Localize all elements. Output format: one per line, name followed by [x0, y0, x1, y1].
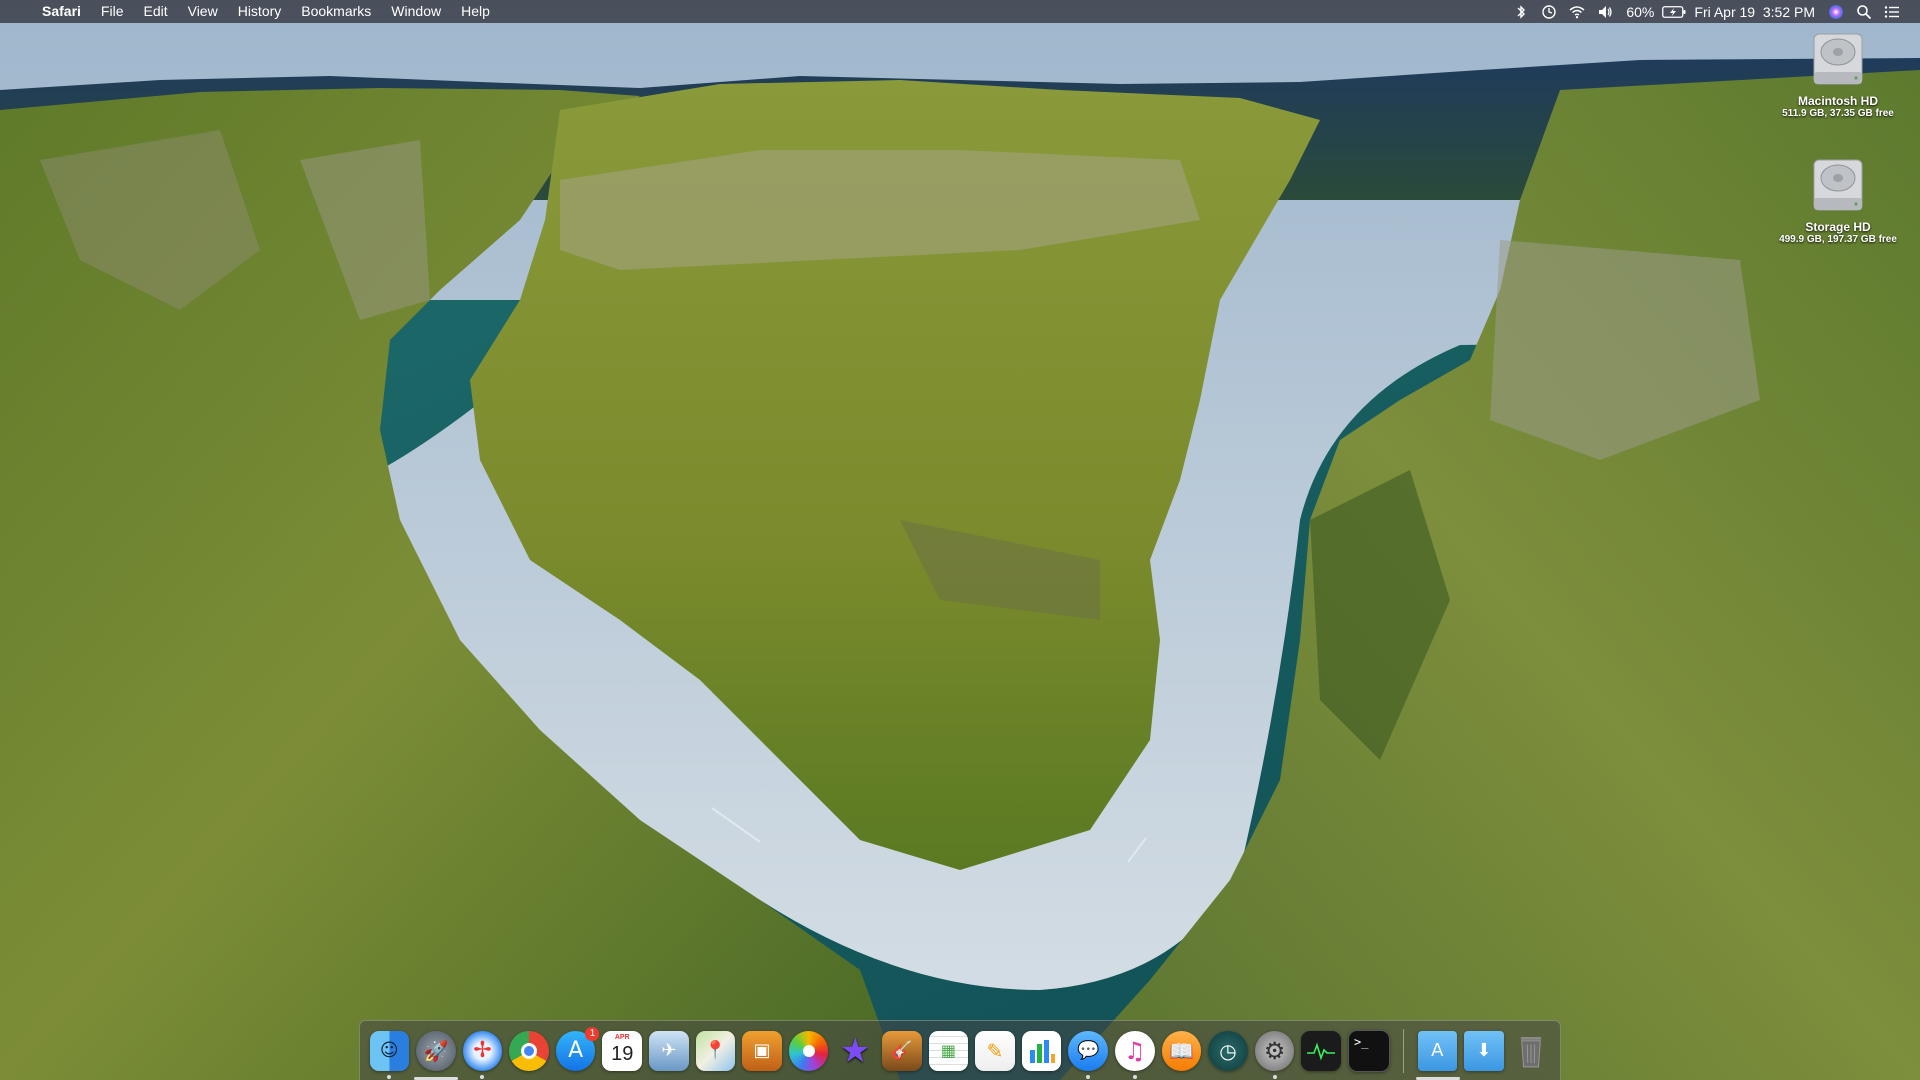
calendar-icon[interactable]: APR 19: [602, 1030, 643, 1071]
drive-name: Macintosh HD: [1797, 94, 1878, 108]
drive-info: 499.9 GB, 197.37 GB free: [1779, 234, 1897, 245]
desktop-drive-storage-hd[interactable]: Storage HD 499.9 GB, 197.37 GB free: [1768, 156, 1908, 246]
notification-center-icon[interactable]: [1878, 0, 1906, 23]
menu-edit[interactable]: Edit: [133, 0, 177, 23]
calendar-month: APR: [614, 1033, 630, 1041]
running-indicator: [387, 1074, 392, 1079]
menu-app-name[interactable]: Safari: [32, 0, 91, 23]
finder-icon[interactable]: ☺: [369, 1030, 410, 1079]
menu-bookmarks[interactable]: Bookmarks: [291, 0, 381, 23]
itunes-icon[interactable]: ♫: [1115, 1030, 1155, 1079]
running-indicator: [1132, 1074, 1137, 1079]
menu-view[interactable]: View: [178, 0, 228, 23]
messages-icon[interactable]: 💬: [1068, 1030, 1108, 1079]
menu-bar-status: 60% Fri Apr 19 3:52 PM: [1507, 0, 1906, 23]
time-machine-icon[interactable]: [1535, 0, 1563, 23]
drive-info: 511.9 GB, 37.35 GB free: [1782, 108, 1894, 119]
dock-separator: [1403, 1028, 1405, 1073]
downloads-folder-icon[interactable]: ⬇: [1464, 1030, 1504, 1071]
notification-badge: 1: [585, 1026, 600, 1041]
running-indicator: [480, 1074, 485, 1079]
chrome-icon[interactable]: [509, 1030, 549, 1071]
books-icon[interactable]: 📖: [1161, 1030, 1202, 1071]
hard-drive-icon: [1812, 30, 1864, 88]
time-machine-icon[interactable]: ◷: [1208, 1030, 1248, 1071]
clock[interactable]: Fri Apr 19 3:52 PM: [1687, 4, 1822, 20]
menu-file[interactable]: File: [91, 0, 134, 23]
system-preferences-icon[interactable]: ⚙: [1254, 1030, 1295, 1079]
battery-percent[interactable]: 60%: [1619, 4, 1661, 20]
menu-help[interactable]: Help: [451, 0, 500, 23]
maps-icon[interactable]: 📍: [695, 1030, 736, 1071]
app-store-icon[interactable]: A 1: [555, 1026, 600, 1071]
drive-name: Storage HD: [1805, 220, 1871, 234]
garageband-icon[interactable]: 🎸: [882, 1030, 922, 1071]
volume-icon[interactable]: [1591, 0, 1619, 23]
spotlight-icon[interactable]: [1850, 0, 1878, 23]
applications-folder-icon[interactable]: A: [1415, 1030, 1460, 1080]
imovie-icon[interactable]: ★: [835, 1031, 875, 1071]
trash-icon[interactable]: [1511, 1031, 1551, 1071]
dock: ☺ 🚀 ✢ A 1 APR 19 ✈ 📍 ▣ ★ 🎸 ▦ ✎ 💬 ♫ 📖 ◷ ⚙…: [359, 1020, 1561, 1080]
menu-bar: Safari File Edit View History Bookmarks …: [0, 0, 1920, 23]
running-indicator: [1086, 1074, 1091, 1079]
running-indicator: [1272, 1074, 1277, 1079]
hard-drive-icon: [1812, 156, 1864, 214]
running-indicator: [414, 1076, 459, 1080]
running-indicator: [1415, 1076, 1460, 1080]
menu-bar-left: Safari File Edit View History Bookmarks …: [14, 0, 500, 23]
activity-monitor-icon[interactable]: [1301, 1030, 1341, 1071]
siri-icon[interactable]: [1822, 0, 1850, 23]
menu-window[interactable]: Window: [381, 0, 451, 23]
bluetooth-icon[interactable]: [1507, 0, 1535, 23]
image-capture-icon[interactable]: ▣: [742, 1030, 782, 1071]
pages-icon[interactable]: ✎: [975, 1030, 1015, 1071]
launchpad-icon[interactable]: 🚀: [414, 1030, 459, 1080]
numbers-icon[interactable]: ▦: [928, 1030, 969, 1071]
menu-history[interactable]: History: [228, 0, 292, 23]
desktop-wallpaper: [0, 0, 1920, 1080]
terminal-icon[interactable]: >_: [1347, 1029, 1390, 1072]
battery-icon[interactable]: [1661, 0, 1687, 23]
photos-icon[interactable]: [788, 1030, 829, 1071]
keynote-icon[interactable]: [1021, 1030, 1062, 1071]
preview-icon[interactable]: ✈: [649, 1030, 689, 1071]
calendar-day: 19: [611, 1042, 634, 1065]
desktop-drive-macintosh-hd[interactable]: Macintosh HD 511.9 GB, 37.35 GB free: [1768, 30, 1908, 120]
wifi-icon[interactable]: [1563, 0, 1591, 23]
safari-icon[interactable]: ✢: [462, 1030, 503, 1079]
